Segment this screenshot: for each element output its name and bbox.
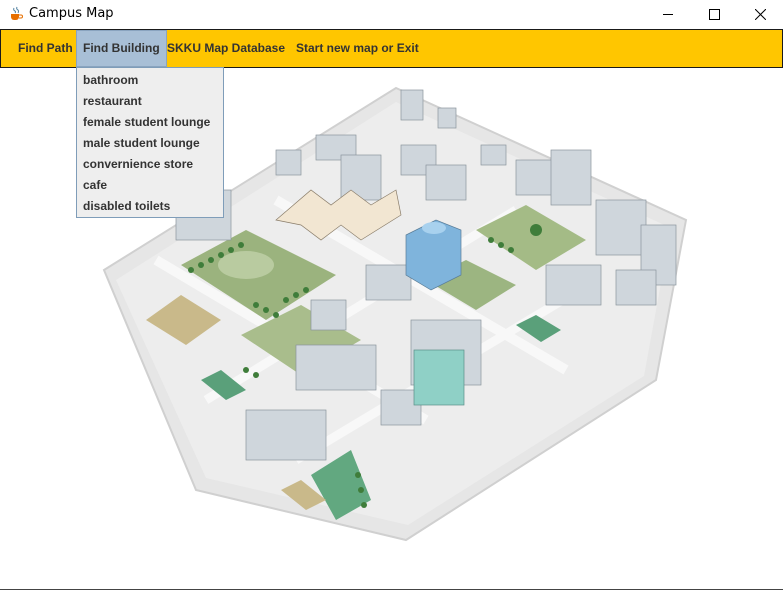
dropdown-item-female-student-lounge[interactable]: female student lounge: [83, 112, 210, 133]
dropdown-item-bathroom[interactable]: bathroom: [83, 70, 138, 91]
dropdown-item-restaurant[interactable]: restaurant: [83, 91, 142, 112]
find-building-dropdown: bathroom restaurant female student loung…: [76, 67, 224, 218]
minimize-icon: [663, 14, 673, 15]
window-title: Campus Map: [29, 6, 114, 21]
close-icon: [755, 9, 766, 20]
menu-start-new-map-or-exit[interactable]: Start new map or Exit: [289, 30, 426, 67]
menu-bar: Find Path Find Building SKKU Map Databas…: [0, 29, 783, 68]
close-button[interactable]: [737, 0, 783, 29]
window-bottom-border: [0, 589, 783, 590]
menu-find-building[interactable]: Find Building: [76, 30, 167, 67]
maximize-icon: [709, 9, 720, 20]
dropdown-item-male-student-lounge[interactable]: male student lounge: [83, 133, 200, 154]
maximize-button[interactable]: [691, 0, 737, 29]
dropdown-item-disabled-toilets[interactable]: disabled toilets: [83, 196, 170, 217]
menu-skku-map-database[interactable]: SKKU Map Database: [160, 30, 292, 67]
dropdown-item-cafe[interactable]: cafe: [83, 175, 107, 196]
menu-find-path[interactable]: Find Path: [11, 30, 80, 67]
title-bar: Campus Map: [0, 0, 783, 29]
minimize-button[interactable]: [645, 0, 691, 29]
dropdown-item-convenience-store[interactable]: convernience store: [83, 154, 193, 175]
java-cup-icon: [8, 6, 24, 22]
